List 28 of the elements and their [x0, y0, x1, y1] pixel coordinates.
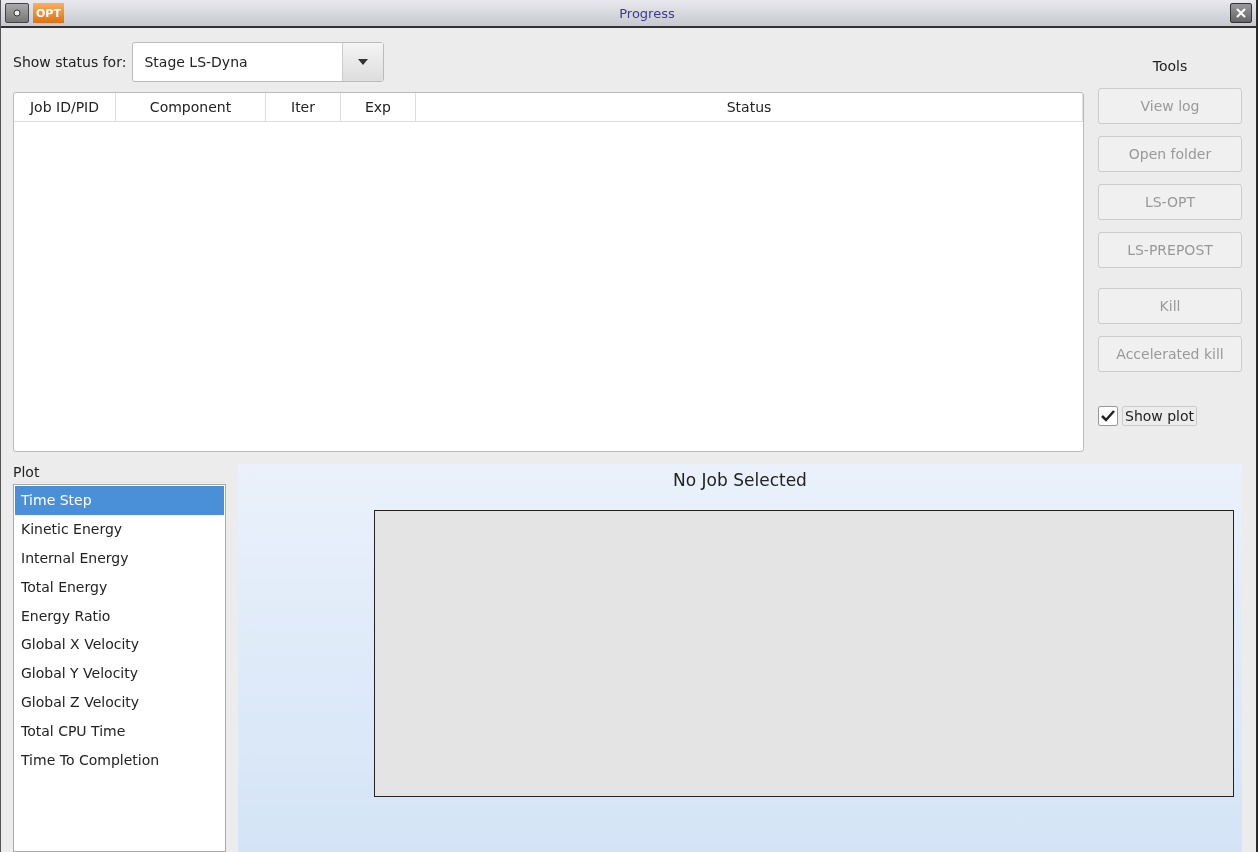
close-button[interactable]	[1230, 3, 1252, 23]
window-menu-button[interactable]	[5, 3, 29, 23]
caret-icon	[358, 59, 369, 65]
plot-list-item[interactable]: Total CPU Time	[15, 716, 224, 746]
plot-list-item[interactable]: Global X Velocity	[15, 630, 224, 659]
status-label: Show status for:	[13, 54, 127, 70]
plot-title: No Job Selected	[673, 469, 807, 492]
plot-list-item[interactable]: Global Y Velocity	[15, 658, 224, 688]
circle-icon	[13, 9, 21, 17]
app-logo: OPT	[33, 3, 64, 23]
plot-label: Plot	[13, 464, 41, 480]
show-plot-checkbox[interactable]	[1098, 406, 1118, 426]
plot-list-item[interactable]: Total Energy	[15, 572, 224, 602]
tools-title: Tools	[1151, 57, 1189, 76]
plot-list-item[interactable]: Time To Completion	[15, 745, 224, 774]
column-header[interactable]: Status	[416, 93, 1083, 121]
plot-list-item[interactable]: Global Z Velocity	[15, 687, 224, 717]
plot-list-item[interactable]: Internal Energy	[15, 543, 224, 573]
close-icon	[1236, 8, 1246, 18]
column-header[interactable]: Iter	[266, 93, 341, 121]
column-header[interactable]: Job ID/PID	[14, 93, 116, 121]
status-dropdown[interactable]: Stage LS-Dyna	[132, 42, 385, 82]
plot-list-item[interactable]: Kinetic Energy	[15, 514, 224, 544]
show-plot-label[interactable]: Show plot	[1122, 406, 1198, 426]
plot-list-item[interactable]: Energy Ratio	[15, 601, 224, 630]
column-header[interactable]: Exp	[341, 93, 416, 121]
column-header[interactable]: Component	[116, 93, 266, 121]
window-title: Progress	[618, 5, 676, 21]
